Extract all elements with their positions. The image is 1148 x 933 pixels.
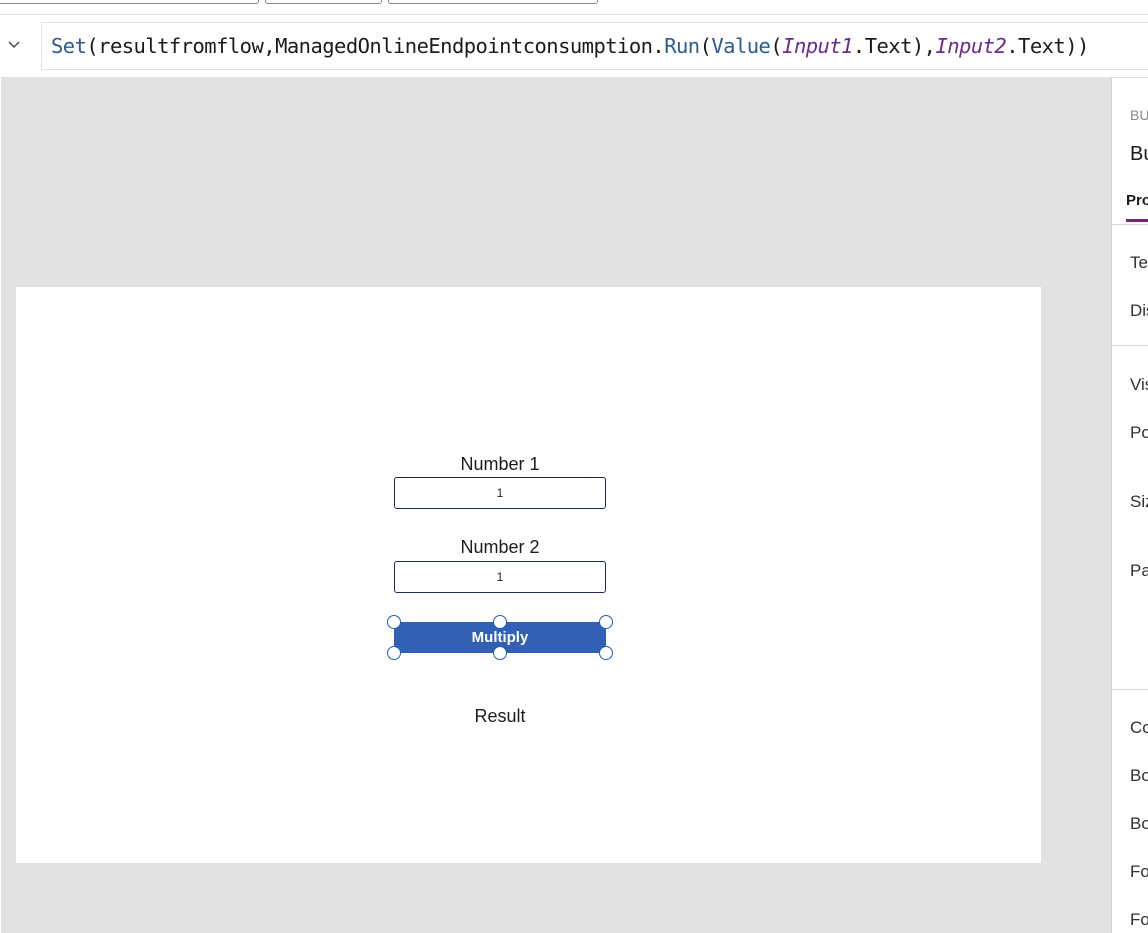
property-row[interactable]: Po — [1130, 423, 1148, 443]
property-row[interactable]: Co — [1130, 718, 1148, 738]
formula-text: Set(resultfromflow,ManagedOnlineEndpoint… — [51, 34, 1089, 58]
property-row[interactable]: Bo — [1130, 766, 1148, 786]
formula-token-plain: ( — [699, 34, 712, 58]
toolbar-dropdown-3[interactable] — [388, 0, 598, 4]
resize-handle-top-right[interactable] — [599, 615, 613, 629]
property-row[interactable]: Siz — [1130, 492, 1148, 512]
number2-input[interactable]: 1 — [394, 561, 606, 593]
property-row[interactable]: Bo — [1130, 814, 1148, 834]
resize-handle-top[interactable] — [493, 615, 507, 629]
property-row[interactable]: Fo — [1130, 910, 1148, 930]
number1-value: 1 — [496, 486, 504, 500]
panel-divider — [1112, 345, 1148, 346]
properties-panel: BU Bu Pro Tex Dis Vis Po Siz Pa Co Bo Bo… — [1111, 78, 1148, 933]
top-toolbar — [0, 0, 1148, 15]
tab-properties[interactable]: Pro — [1126, 192, 1148, 209]
property-row[interactable]: Dis — [1130, 301, 1148, 321]
formula-token-fn: Run — [664, 34, 700, 58]
result-label: Result — [474, 706, 526, 726]
number1-input[interactable]: 1 — [394, 477, 606, 509]
chevron-down-icon[interactable] — [4, 35, 24, 55]
formula-token-plain: (resultfromflow,ManagedOnlineEndpointcon… — [86, 34, 665, 58]
multiply-button-label: Multiply — [471, 629, 529, 646]
toolbar-dropdown-1[interactable] — [0, 0, 259, 4]
property-row[interactable]: Fo — [1130, 862, 1148, 882]
toolbar-dropdown-2[interactable] — [265, 0, 382, 4]
property-row[interactable]: Vis — [1130, 375, 1148, 395]
formula-token-fn: Value — [711, 34, 771, 58]
resize-handle-top-left[interactable] — [387, 615, 401, 629]
formula-token-plain: ( — [770, 34, 783, 58]
panel-divider — [1112, 224, 1148, 225]
formula-input[interactable]: Set(resultfromflow,ManagedOnlineEndpoint… — [41, 22, 1148, 70]
formula-token-plain: .Text)) — [1006, 34, 1089, 58]
number2-label: Number 2 — [460, 537, 540, 557]
resize-handle-bottom-right[interactable] — [599, 646, 613, 660]
number1-label: Number 1 — [460, 454, 540, 474]
formula-token-fn: Set — [51, 34, 87, 58]
formula-token-plain: .Text), — [852, 34, 936, 58]
formula-token-var: Input2 — [935, 34, 1007, 58]
control-type-label: BU — [1130, 107, 1148, 123]
formula-bar: Set(resultfromflow,ManagedOnlineEndpoint… — [0, 15, 1148, 78]
number2-value: 1 — [496, 570, 504, 584]
resize-handle-bottom-left[interactable] — [387, 646, 401, 660]
resize-handle-bottom[interactable] — [493, 646, 507, 660]
property-row[interactable]: Pa — [1130, 561, 1148, 581]
panel-divider — [1112, 689, 1148, 690]
tab-active-indicator — [1126, 219, 1148, 222]
formula-token-var: Input1 — [782, 34, 853, 58]
property-row[interactable]: Tex — [1130, 253, 1148, 273]
control-name[interactable]: Bu — [1130, 143, 1148, 166]
